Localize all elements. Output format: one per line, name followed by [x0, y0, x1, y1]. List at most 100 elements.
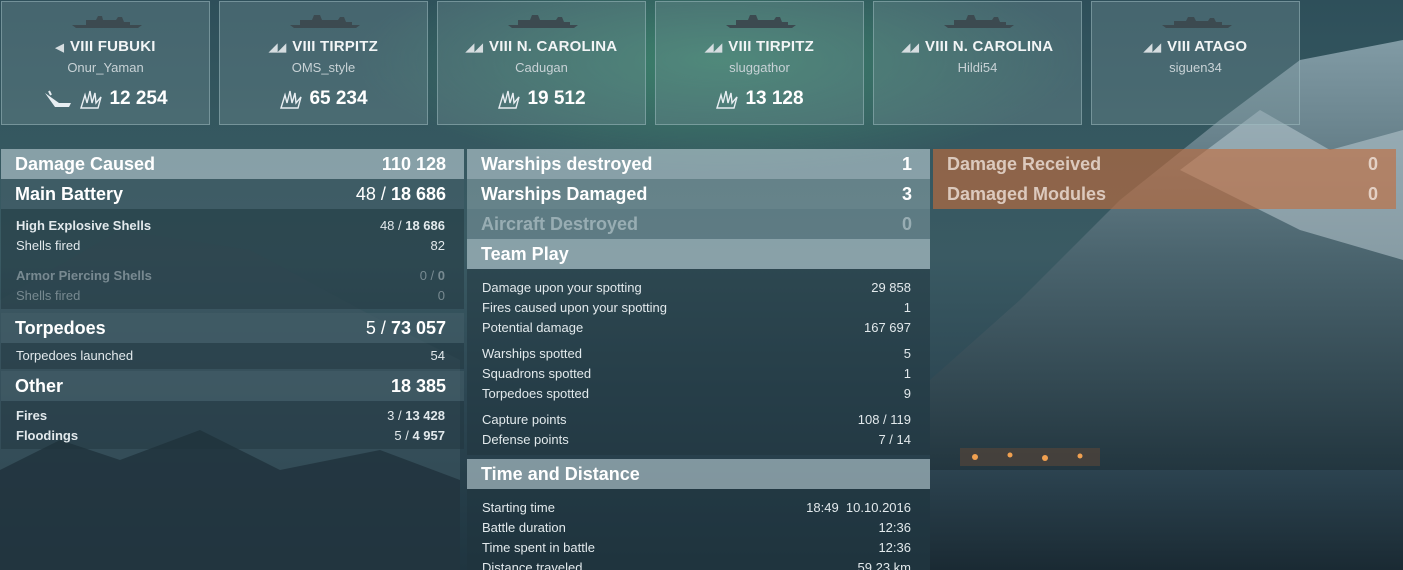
- other-header[interactable]: Other 18 385: [1, 371, 464, 401]
- list-item: Defense points 7 / 14: [482, 431, 911, 447]
- damage-received-value: 0: [1367, 153, 1378, 174]
- time-distance-list: Starting time 18:49 10.10.2016 Battle dur…: [467, 489, 930, 570]
- he-fired-row: Shells fired 82: [1, 235, 464, 255]
- torpedoes-label: Torpedoes: [15, 317, 106, 338]
- ship-name: N. CAROLINA: [952, 38, 1054, 55]
- ship-card-2[interactable]: ◢◢ VIII TIRPITZ OMS_style 65 234: [219, 1, 428, 125]
- damage-value: 13 128: [745, 88, 804, 109]
- time-distance-title: Time and Distance: [481, 463, 640, 484]
- player-name: siguen34: [1169, 60, 1222, 75]
- ship-name: N. CAROLINA: [516, 38, 618, 55]
- damaged-modules-row[interactable]: Damaged Modules 0: [933, 179, 1396, 209]
- list-item: Torpedoes spotted 9: [482, 385, 911, 401]
- ship-name: FUBUKI: [97, 38, 156, 55]
- main-battery-hits: 48 /: [355, 183, 391, 204]
- battleship-icon: ◢◢: [704, 42, 723, 54]
- damage-burst-icon: [716, 90, 739, 109]
- ship-tier: VIII: [489, 38, 513, 55]
- team-play-title: Team Play: [481, 243, 569, 264]
- damage-value: 65 234: [309, 88, 368, 109]
- damage-value: 12 254: [109, 88, 168, 109]
- list-item: Time spent in battle 12:36: [482, 539, 911, 555]
- ship-card-3[interactable]: ◢◢ VIII N. CAROLINA Cadugan 19 512: [437, 1, 646, 125]
- damage-value: 19 512: [527, 88, 586, 109]
- ship-card-4[interactable]: ◢◢ VIII TIRPITZ sluggathor 13 128: [655, 1, 864, 125]
- main-battery-damage: 18 686: [390, 183, 446, 204]
- list-item: Damage upon your spotting 29 858: [482, 279, 911, 295]
- warships-destroyed-value: 1: [901, 153, 912, 174]
- ship-silhouette-icon: [1162, 17, 1232, 28]
- other-label: Other: [15, 375, 64, 396]
- main-battery-header[interactable]: Main Battery 48 / 18 686: [1, 179, 464, 209]
- ap-fired-value: 0: [437, 287, 445, 303]
- aircraft-destroyed-label: Aircraft Destroyed: [481, 213, 639, 234]
- he-shells-row: High Explosive Shells 48 / 18 686: [1, 215, 464, 235]
- ship-card-1[interactable]: ◀ VIII FUBUKI Onur_Yaman 12 254: [1, 1, 210, 125]
- damage-received-row[interactable]: Damage Received 0: [933, 149, 1396, 179]
- he-fired-value: 82: [430, 237, 445, 253]
- torpedoes-damage: 73 057: [390, 317, 446, 338]
- ship-tier: VIII: [70, 38, 94, 55]
- battleship-icon: ◢◢: [268, 42, 287, 54]
- ship-silhouette-icon: [944, 15, 1014, 28]
- floodings-label: Floodings: [16, 427, 79, 443]
- ship-silhouette-icon: [72, 16, 142, 28]
- destroyer-icon: ◀: [55, 42, 65, 54]
- damage-burst-icon: [498, 90, 521, 109]
- ap-fired-row: Shells fired 0: [1, 285, 464, 305]
- list-item: Warships spotted 5: [482, 345, 911, 361]
- warships-damaged-row[interactable]: Warships Damaged 3: [467, 179, 930, 209]
- list-item: Battle duration 12:36: [482, 519, 911, 535]
- warships-destroyed-label: Warships destroyed: [481, 153, 653, 174]
- aircraft-destroyed-value: 0: [901, 213, 912, 234]
- battleship-icon: ◢◢: [901, 42, 920, 54]
- ship-tier: VIII: [1167, 38, 1191, 55]
- ship-card-5[interactable]: ◢◢ VIII N. CAROLINA Hildi54: [873, 1, 1082, 125]
- ap-shells-damage: 0: [437, 267, 445, 283]
- list-item: Fires caused upon your spotting 1: [482, 299, 911, 315]
- ap-shells-hits: 0 /: [419, 267, 438, 283]
- damage-caused-title: Damage Caused: [15, 153, 156, 174]
- other-value: 18 385: [390, 375, 446, 396]
- list-item: Squadrons spotted 1: [482, 365, 911, 381]
- main-battery-label: Main Battery: [15, 183, 124, 204]
- cruiser-icon: ◢◢: [1143, 42, 1162, 54]
- damage-caused-header[interactable]: Damage Caused 110 128: [1, 149, 464, 179]
- player-name: Hildi54: [957, 60, 998, 75]
- ap-shells-row: Armor Piercing Shells 0 / 0: [1, 265, 464, 285]
- team-play-list: Damage upon your spotting 29 858 Fires ca…: [467, 269, 930, 455]
- fires-damage: 13 428: [405, 407, 445, 423]
- ship-card-6[interactable]: ◢◢ VIII ATAGO siguen34: [1091, 1, 1300, 125]
- middle-panel: Warships destroyed 1 Warships Damaged 3 …: [467, 149, 930, 570]
- damage-caused-panel: Damage Caused 110 128 Main Battery 48 / …: [1, 149, 464, 449]
- he-shells-label: High Explosive Shells: [16, 217, 152, 233]
- damage-burst-icon: [280, 90, 303, 109]
- damaged-modules-value: 0: [1367, 183, 1378, 204]
- player-name: Cadugan: [515, 60, 568, 75]
- time-distance-header[interactable]: Time and Distance: [467, 459, 930, 489]
- list-item: Starting time 18:49 10.10.2016: [482, 499, 911, 515]
- aircraft-destroyed-row[interactable]: Aircraft Destroyed 0: [467, 209, 930, 239]
- fires-hits: 3 /: [387, 407, 406, 423]
- player-name: Onur_Yaman: [67, 60, 144, 75]
- fires-row: Fires 3 / 13 428: [1, 405, 464, 425]
- ship-tier: VIII: [292, 38, 316, 55]
- ap-fired-label: Shells fired: [16, 287, 81, 303]
- he-fired-label: Shells fired: [16, 237, 81, 253]
- ship-sinking-icon: [45, 90, 72, 107]
- torpedoes-header[interactable]: Torpedoes 5 / 73 057: [1, 313, 464, 343]
- ship-silhouette-icon: [290, 15, 360, 28]
- warships-destroyed-row[interactable]: Warships destroyed 1: [467, 149, 930, 179]
- damaged-modules-label: Damaged Modules: [947, 183, 1107, 204]
- ap-shells-label: Armor Piercing Shells: [16, 267, 152, 283]
- list-item: Capture points 108 / 119: [482, 411, 911, 427]
- ship-tier: VIII: [925, 38, 949, 55]
- warships-damaged-value: 3: [901, 183, 912, 204]
- list-item: Potential damage 167 697: [482, 319, 911, 335]
- he-shells-damage: 18 686: [405, 217, 445, 233]
- team-play-header[interactable]: Team Play: [467, 239, 930, 269]
- list-item: Distance traveled 59.23 km: [482, 559, 911, 570]
- player-name: sluggathor: [729, 60, 790, 75]
- damage-received-label: Damage Received: [947, 153, 1102, 174]
- torpedoes-launched-label: Torpedoes launched: [16, 347, 134, 363]
